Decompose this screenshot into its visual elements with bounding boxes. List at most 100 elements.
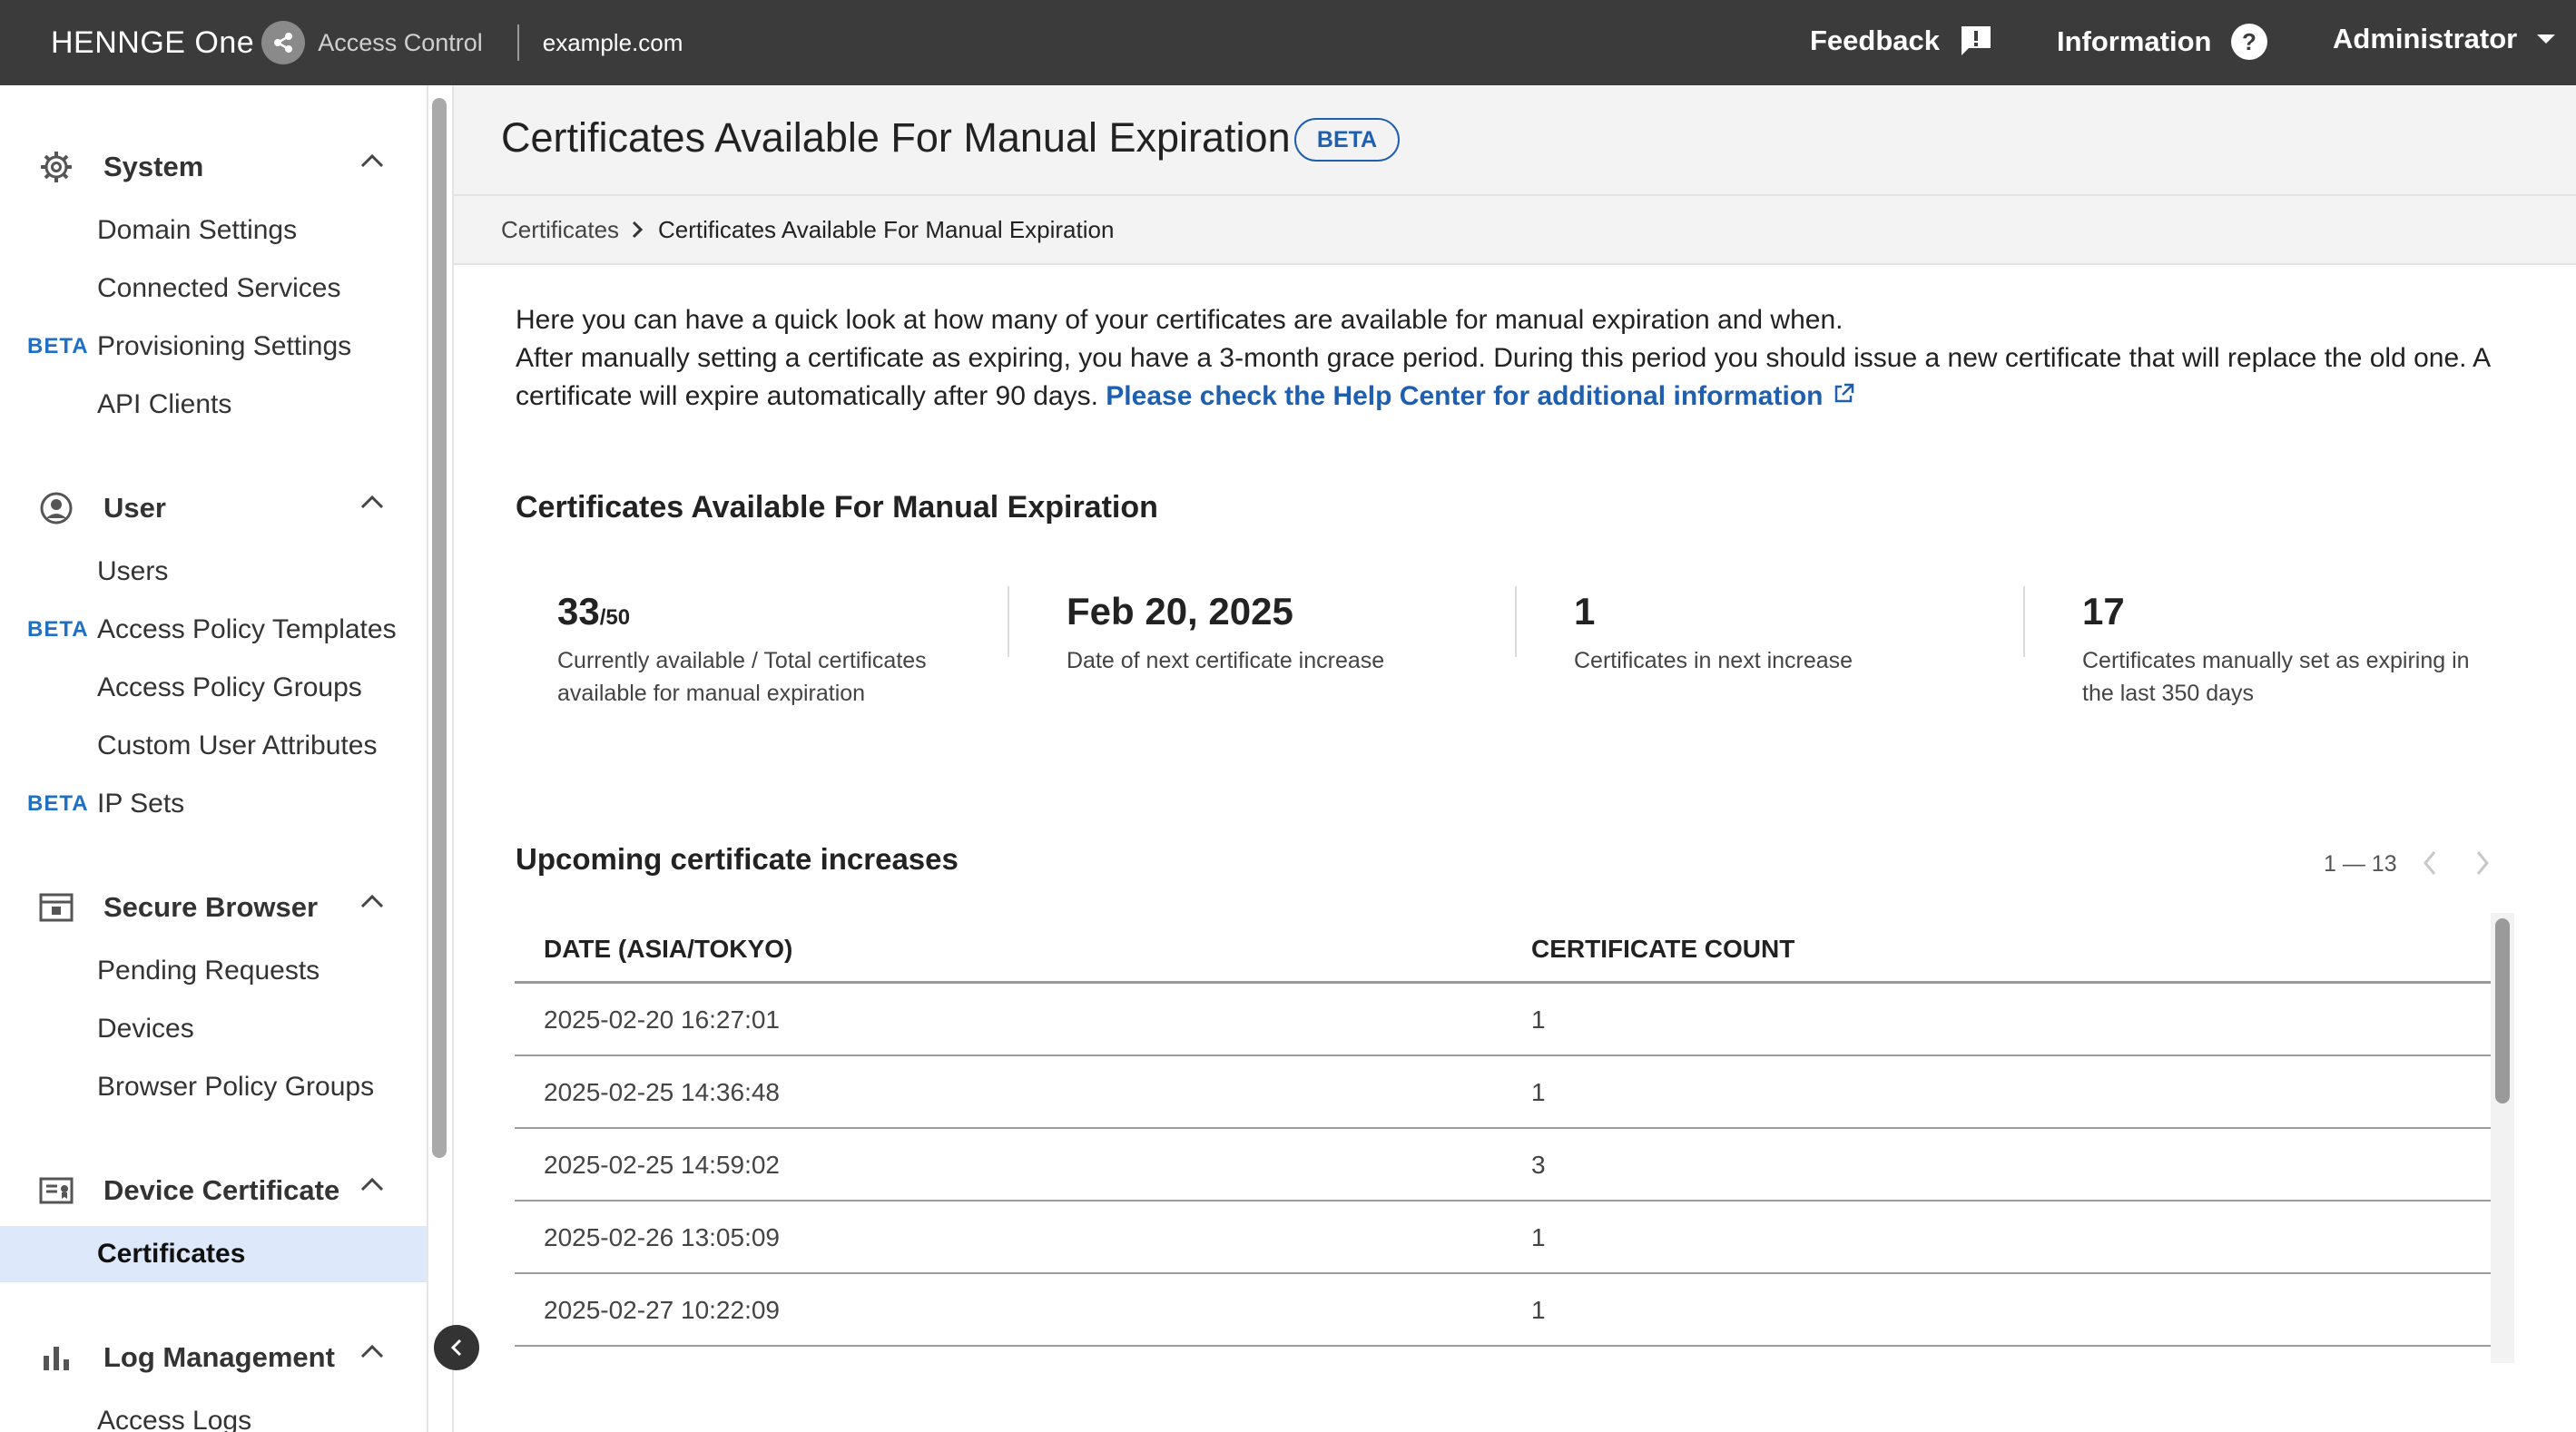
stat-label: Date of next certificate increase (1067, 648, 1385, 673)
sidebar-item-connected-services[interactable]: Connected Services (0, 260, 427, 317)
sidebar-item-browser-policy-groups[interactable]: Browser Policy Groups (0, 1059, 427, 1115)
user-name: Administrator (2333, 23, 2518, 54)
sidebar-scrollbar[interactable] (432, 98, 447, 1158)
sidebar-item-label: IP Sets (97, 789, 185, 819)
intro-line-1: Here you can have a quick look at how ma… (516, 305, 1844, 335)
chevron-left-icon (2424, 851, 2436, 875)
chevron-up-icon (359, 152, 385, 173)
user-menu[interactable]: Administrator (2333, 23, 2557, 55)
sidebar-item-access-policy-groups[interactable]: Access Policy Groups (0, 660, 427, 716)
table-row: 2025-02-20 16:27:01 1 (515, 984, 2491, 1056)
chevron-right-icon (2476, 851, 2489, 875)
intro-text: Here you can have a quick look at how ma… (516, 301, 2540, 417)
brand[interactable]: HENNGE One Access Control example.com (51, 0, 683, 85)
cell-count: 1 (1531, 1296, 1546, 1324)
feedback-label: Feedback (1810, 25, 1941, 56)
table-scrollbar[interactable] (2495, 918, 2510, 1103)
sidebar-section-device-certificate[interactable]: Device Certificate (0, 1163, 427, 1218)
stat-manual-count: 17 Certificates manually set as expiring… (2082, 590, 2554, 710)
upcoming-heading: Upcoming certificate increases (516, 842, 959, 876)
stat-next-count: 1 Certificates in next increase (1574, 590, 2046, 677)
breadcrumb: Certificates Certificates Available For … (454, 196, 2576, 265)
sidebar-item-label: Certificates (97, 1239, 246, 1269)
stat-label: Certificates manually set as expiring in… (2082, 648, 2470, 706)
sidebar-section-label: System (103, 151, 204, 182)
summary-heading: Certificates Available For Manual Expira… (516, 490, 1158, 525)
help-circle-icon: ? (2230, 23, 2268, 61)
user-circle-icon (38, 492, 74, 525)
breadcrumb-certificates-link[interactable]: Certificates (501, 216, 619, 244)
beta-tag: BETA (27, 791, 89, 816)
stat-divider (2023, 586, 2025, 657)
table-row: 2025-02-25 14:36:48 1 (515, 1056, 2491, 1129)
page-title: Certificates Available For Manual Expira… (501, 114, 1291, 161)
sidebar-item-label: Provisioning Settings (97, 331, 352, 361)
sidebar-item-label: Pending Requests (97, 956, 320, 986)
information-button[interactable]: Information ? (2057, 23, 2268, 61)
sidebar-section-label: Log Management (103, 1341, 335, 1373)
browser-window-icon (38, 891, 74, 924)
sidebar-section-log-management[interactable]: Log Management (0, 1330, 427, 1385)
caret-down-icon (2535, 33, 2557, 45)
svg-text:?: ? (2242, 28, 2256, 55)
sidebar-item-label: Access Policy Groups (97, 672, 362, 702)
breadcrumb-current: Certificates Available For Manual Expira… (658, 216, 1115, 243)
external-link-icon (1832, 378, 1855, 417)
top-bar: HENNGE One Access Control example.com Fe… (0, 0, 2576, 85)
stat-divider (1515, 586, 1517, 657)
sidebar-section-system[interactable]: System (0, 140, 427, 194)
column-header-count: CERTIFICATE COUNT (1531, 935, 1795, 963)
sidebar-item-provisioning-settings[interactable]: BETA Provisioning Settings (0, 319, 427, 375)
sidebar-item-devices[interactable]: Devices (0, 1001, 427, 1057)
sidebar-section-user[interactable]: User (0, 481, 427, 535)
stat-label: Currently available / Total certificates… (557, 648, 927, 706)
sidebar-item-users[interactable]: Users (0, 544, 427, 600)
table-header: DATE (ASIA/TOKYO) CERTIFICATE COUNT (515, 913, 2491, 984)
chevron-up-icon (359, 1343, 385, 1364)
sidebar-item-access-policy-templates[interactable]: BETA Access Policy Templates (0, 602, 427, 658)
sidebar-item-access-logs[interactable]: Access Logs (0, 1393, 427, 1432)
sidebar-item-label: Browser Policy Groups (97, 1072, 375, 1102)
sidebar-section-label: Device Certificate (103, 1174, 340, 1206)
sidebar-item-label: Access Logs (97, 1406, 252, 1432)
sidebar-item-ip-sets[interactable]: BETA IP Sets (0, 776, 427, 832)
sidebar-item-pending-requests[interactable]: Pending Requests (0, 943, 427, 999)
product-name: Access Control (318, 28, 483, 56)
sidebar-section-secure-browser[interactable]: Secure Browser (0, 880, 427, 935)
previous-page-button[interactable] (2420, 848, 2440, 883)
feedback-button[interactable]: Feedback (1810, 23, 1994, 59)
pagination-range: 1 — 13 (2324, 851, 2397, 877)
stat-total-value: /50 (599, 605, 631, 630)
chevron-up-icon (359, 494, 385, 515)
stat-value: 33/50 (557, 590, 1029, 633)
sidebar: System Domain Settings Connected Service… (0, 85, 428, 1432)
sidebar-item-domain-settings[interactable]: Domain Settings (0, 202, 427, 259)
sidebar-item-certificates[interactable]: Certificates (0, 1226, 427, 1282)
chevron-up-icon (359, 893, 385, 914)
table-row: 2025-02-27 10:22:09 1 (515, 1274, 2491, 1347)
brand-name: HENNGE One (51, 25, 255, 60)
cell-count: 1 (1531, 1005, 1546, 1034)
beta-tag: BETA (27, 334, 89, 358)
feedback-icon (1958, 23, 1994, 59)
table-row: 2025-02-26 13:05:09 1 (515, 1202, 2491, 1274)
stat-value: 1 (1574, 590, 1596, 633)
gear-icon (38, 151, 74, 183)
sidebar-item-label: Connected Services (97, 273, 341, 303)
sidebar-section-label: User (103, 492, 166, 524)
beta-tag: BETA (27, 617, 89, 642)
next-page-button[interactable] (2473, 848, 2492, 883)
chevron-right-icon (630, 220, 644, 244)
brand-logo-icon (261, 21, 306, 64)
help-center-link[interactable]: Please check the Help Center for additio… (1106, 381, 1855, 411)
sidebar-item-custom-user-attributes[interactable]: Custom User Attributes (0, 718, 427, 774)
upcoming-increases-table: DATE (ASIA/TOKYO) CERTIFICATE COUNT 2025… (515, 913, 2491, 1347)
sidebar-item-api-clients[interactable]: API Clients (0, 377, 427, 433)
cell-date: 2025-02-20 16:27:01 (544, 1005, 780, 1034)
cell-date: 2025-02-25 14:59:02 (544, 1151, 780, 1179)
tenant-domain: example.com (542, 28, 683, 56)
sidebar-item-label: Users (97, 556, 169, 586)
stat-available: 33/50 Currently available / Total certif… (557, 590, 1029, 710)
brand-divider (516, 25, 519, 61)
chevron-up-icon (359, 1176, 385, 1197)
